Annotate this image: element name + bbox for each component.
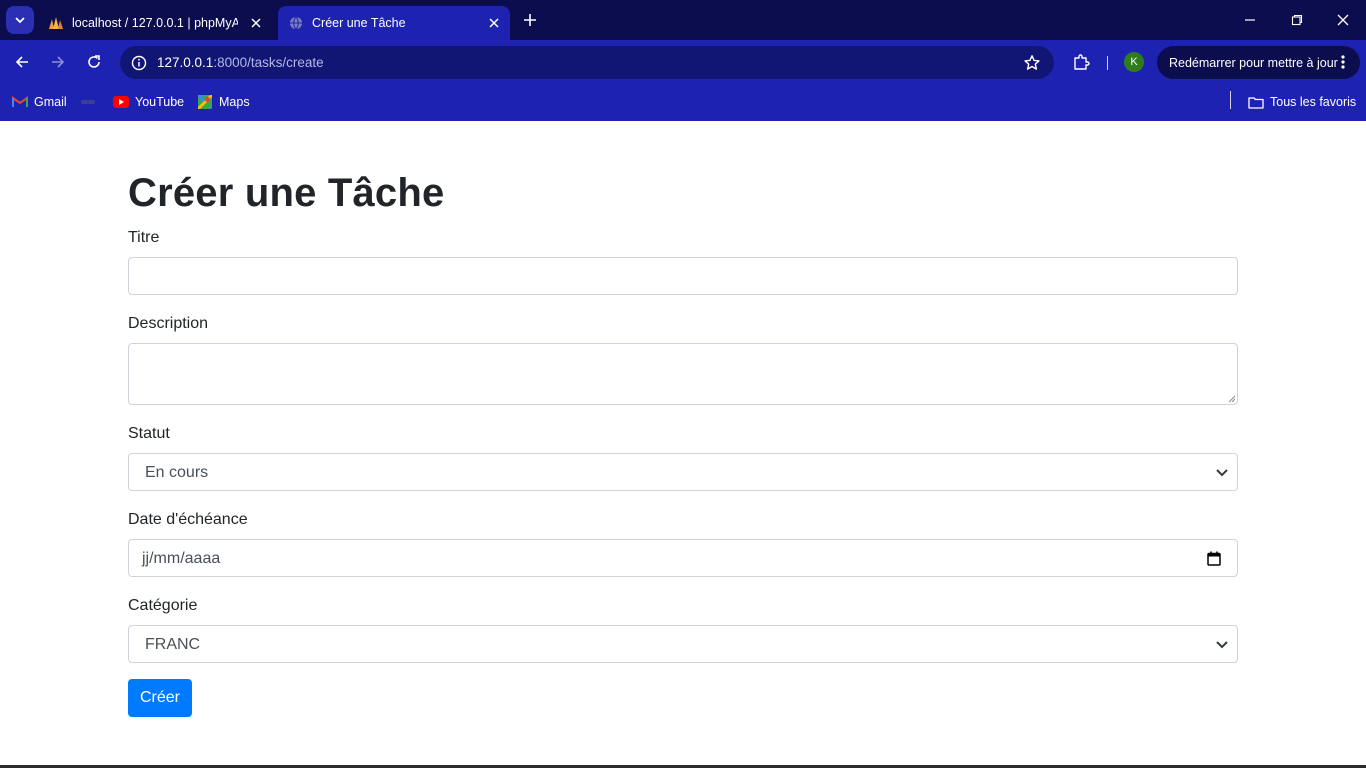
- browser-toolbar: 127.0.0.1:8000/tasks/create K Redémarrer…: [0, 40, 1366, 85]
- back-button[interactable]: [9, 49, 35, 75]
- close-icon: [1337, 14, 1349, 26]
- bookmarks-divider: [1230, 91, 1231, 109]
- arrow-left-icon: [15, 56, 28, 68]
- bookmark-unnamed[interactable]: [80, 92, 102, 112]
- plus-icon: [524, 14, 536, 26]
- close-tab-icon[interactable]: [248, 15, 264, 31]
- status-select[interactable]: En cours: [128, 453, 1238, 491]
- puzzle-icon: [1074, 54, 1090, 70]
- status-label: Statut: [128, 425, 170, 442]
- update-label: Redémarrer pour mettre à jour: [1169, 55, 1338, 70]
- restart-to-update-button[interactable]: Redémarrer pour mettre à jour: [1157, 46, 1360, 79]
- tab-create-task[interactable]: Créer une Tâche: [278, 6, 510, 40]
- tab-title: Créer une Tâche: [312, 16, 406, 30]
- category-select[interactable]: FRANC: [128, 625, 1238, 663]
- category-label: Catégorie: [128, 597, 198, 614]
- chevron-down-icon: [15, 17, 25, 24]
- forward-button[interactable]: [45, 49, 71, 75]
- chevron-down-icon: [1215, 638, 1229, 652]
- tab-phpmyadmin[interactable]: localhost / 127.0.0.1 | phpMyAdmin: [38, 6, 272, 40]
- tab-search-button[interactable]: [6, 6, 34, 34]
- chevron-down-icon: [1215, 466, 1229, 480]
- bookmark-label: Gmail: [34, 95, 67, 109]
- maps-icon: [197, 94, 213, 110]
- bookmark-star-icon[interactable]: [1022, 53, 1042, 73]
- create-button[interactable]: Créer: [128, 679, 192, 717]
- due-date-label: Date d'échéance: [128, 511, 248, 528]
- extensions-button[interactable]: [1069, 50, 1093, 74]
- url-path: :8000/tasks/create: [213, 55, 324, 70]
- restore-icon: [1291, 14, 1303, 26]
- url-text: 127.0.0.1:8000/tasks/create: [157, 55, 324, 70]
- url-host: 127.0.0.1: [157, 55, 214, 70]
- resize-grip-icon[interactable]: [1226, 393, 1236, 403]
- category-selected-value: FRANC: [145, 636, 201, 653]
- due-date-input[interactable]: jj/mm/aaaa: [128, 539, 1238, 577]
- globe-icon: [288, 15, 304, 31]
- tab-strip: localhost / 127.0.0.1 | phpMyAdmin Créer…: [0, 0, 1366, 40]
- gmail-icon: [12, 94, 28, 110]
- all-bookmarks-label: Tous les favoris: [1270, 95, 1357, 109]
- arrow-right-icon: [52, 56, 65, 68]
- phpmyadmin-icon: [48, 15, 64, 31]
- bookmark-label: Maps: [219, 95, 250, 109]
- profile-avatar[interactable]: K: [1124, 52, 1144, 72]
- reload-icon: [88, 55, 100, 68]
- more-menu-icon[interactable]: [1334, 53, 1352, 71]
- bookmark-maps[interactable]: Maps: [197, 92, 250, 112]
- site-info-icon[interactable]: [128, 52, 150, 74]
- reload-button[interactable]: [81, 49, 107, 75]
- bookmark-gmail[interactable]: Gmail: [12, 92, 67, 112]
- all-bookmarks-button[interactable]: Tous les favoris: [1248, 92, 1356, 112]
- page-content: Créer une Tâche Titre Description Statut…: [0, 121, 1366, 768]
- toolbar-divider: [1107, 56, 1108, 70]
- page-title: Créer une Tâche: [128, 171, 445, 215]
- calendar-icon[interactable]: [1206, 550, 1222, 566]
- description-label: Description: [128, 315, 209, 332]
- new-tab-button[interactable]: [518, 8, 542, 32]
- generic-site-icon: [80, 94, 96, 110]
- description-textarea[interactable]: [128, 343, 1238, 405]
- minimize-icon: [1245, 19, 1255, 21]
- title-input[interactable]: [128, 257, 1238, 295]
- due-date-placeholder: jj/mm/aaaa: [142, 550, 221, 567]
- address-bar[interactable]: 127.0.0.1:8000/tasks/create: [120, 46, 1054, 79]
- status-selected-value: En cours: [145, 464, 209, 481]
- bookmarks-bar: Gmail YouTube Maps Tous les favoris: [0, 85, 1366, 121]
- title-label: Titre: [128, 229, 160, 246]
- close-tab-icon[interactable]: [486, 15, 502, 31]
- folder-icon: [1248, 94, 1264, 110]
- bookmark-label: YouTube: [135, 95, 185, 109]
- minimize-button[interactable]: [1238, 8, 1262, 32]
- bookmark-youtube[interactable]: YouTube: [113, 92, 184, 112]
- close-window-button[interactable]: [1331, 8, 1355, 32]
- youtube-icon: [113, 94, 129, 110]
- restore-button[interactable]: [1285, 8, 1309, 32]
- tab-title: localhost / 127.0.0.1 | phpMyAdmin: [72, 16, 238, 30]
